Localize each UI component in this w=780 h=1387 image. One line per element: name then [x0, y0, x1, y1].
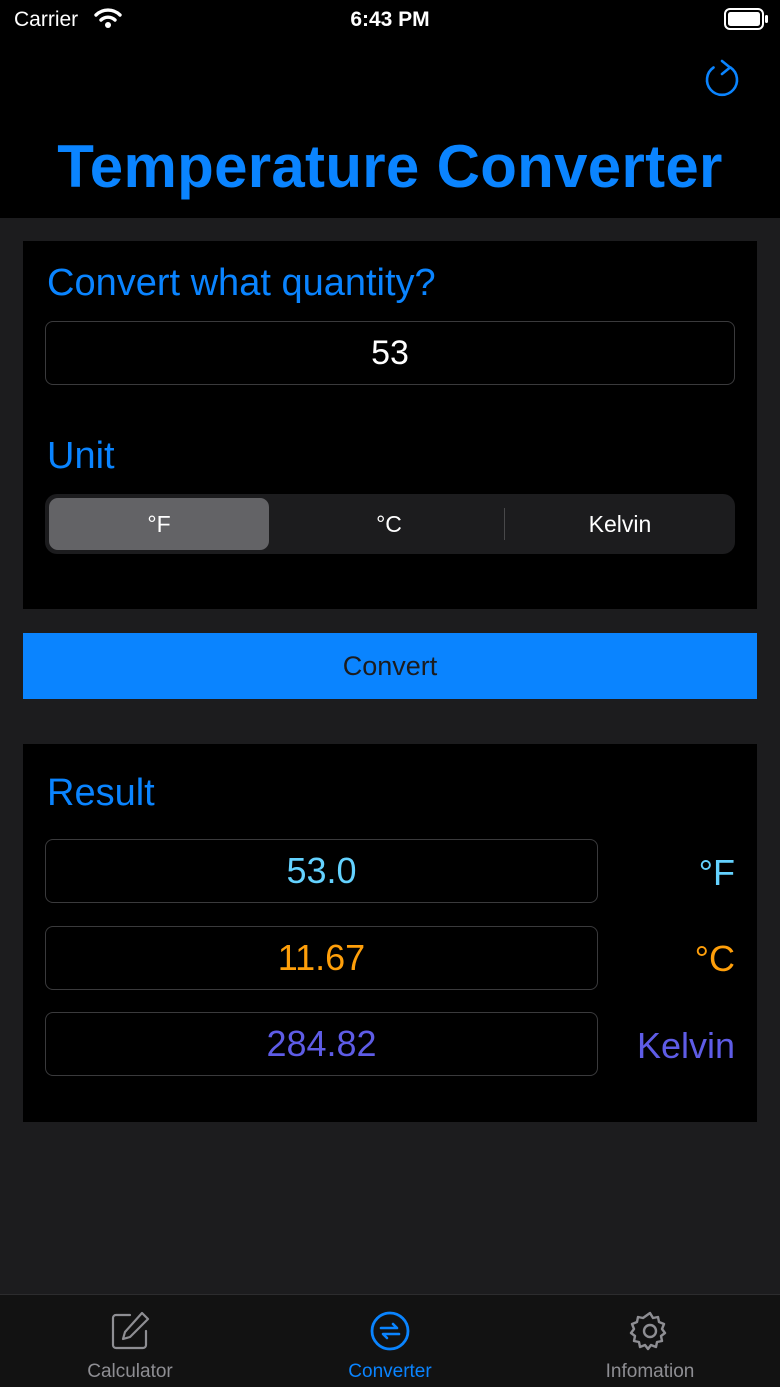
result-celsius-value: 11.67	[45, 926, 598, 990]
gear-icon	[629, 1311, 667, 1351]
status-time: 6:43 PM	[350, 8, 430, 31]
arrows-circle-icon	[370, 1311, 410, 1351]
tab-information-label: Infomation	[605, 1361, 695, 1382]
tab-calculator-label: Calculator	[87, 1361, 173, 1382]
result-kelvin-value: 284.82	[45, 1012, 598, 1076]
segment-celsius[interactable]: °C	[274, 498, 504, 550]
tab-converter[interactable]: Converter	[260, 1295, 520, 1387]
unit-label: Unit	[47, 435, 115, 477]
battery-icon	[724, 8, 768, 30]
segment-kelvin[interactable]: Kelvin	[505, 498, 735, 550]
convert-button[interactable]: Convert	[23, 633, 757, 699]
result-label: Result	[47, 772, 155, 814]
page-title: Temperature Converter	[57, 133, 723, 200]
quantity-label: Convert what quantity?	[47, 262, 436, 304]
result-fahrenheit-value: 53.0	[45, 839, 598, 903]
result-celsius-unit: °C	[694, 938, 735, 979]
tab-calculator[interactable]: Calculator	[0, 1295, 260, 1387]
pencil-square-icon	[111, 1311, 150, 1350]
tab-information[interactable]: Infomation	[520, 1295, 780, 1387]
segment-fahrenheit[interactable]: °F	[49, 498, 269, 550]
tab-converter-label: Converter	[348, 1361, 432, 1382]
tab-bar: Calculator Converter Infomation	[0, 1294, 780, 1387]
result-fahrenheit-unit: °F	[698, 852, 735, 893]
unit-segmented-control: °F °C Kelvin	[45, 494, 735, 554]
result-kelvin-unit: Kelvin	[636, 1025, 735, 1066]
refresh-icon[interactable]	[700, 56, 744, 100]
quantity-input[interactable]	[45, 321, 735, 385]
status-bar: Carrier 6:43 PM	[0, 0, 780, 44]
